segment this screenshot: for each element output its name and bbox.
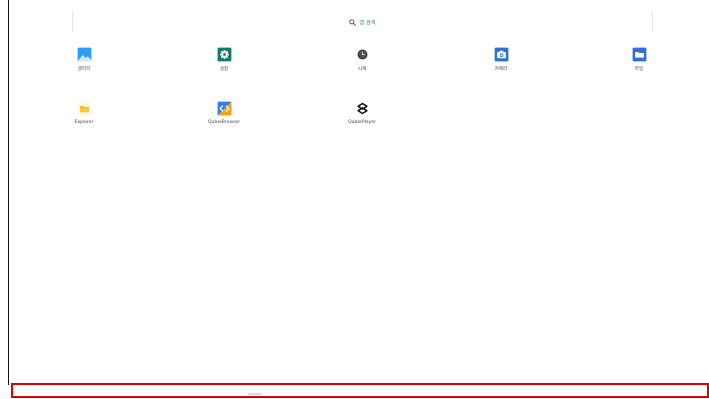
app-explorer[interactable]: Explorer bbox=[54, 101, 114, 125]
explorer-icon bbox=[77, 101, 91, 116]
gesture-handle[interactable] bbox=[248, 393, 262, 395]
screen-edge-divider bbox=[8, 0, 9, 385]
search-placeholder: 앱 검색 bbox=[359, 19, 376, 26]
settings-icon bbox=[217, 47, 231, 62]
quberbrowser-icon bbox=[217, 101, 231, 116]
app-label: 갤러리 bbox=[77, 67, 91, 72]
app-files[interactable]: 파일 bbox=[609, 47, 669, 72]
camera-icon bbox=[494, 47, 508, 62]
app-label: 설정 bbox=[219, 67, 229, 72]
app-label: QuberBrowser bbox=[207, 120, 241, 125]
quberplayer-icon bbox=[355, 101, 369, 116]
app-label: 파일 bbox=[634, 67, 644, 72]
app-label: QuberPlayer bbox=[348, 120, 376, 125]
app-camera[interactable]: 카메라 bbox=[471, 47, 531, 72]
app-search-bar[interactable]: 앱 검색 bbox=[72, 12, 653, 32]
app-quberbrowser[interactable]: QuberBrowser bbox=[194, 101, 254, 125]
app-label: Explorer bbox=[74, 120, 94, 125]
files-icon bbox=[632, 47, 646, 62]
app-label: 카메라 bbox=[494, 67, 508, 72]
app-label: 시계 bbox=[357, 67, 367, 72]
app-gallery[interactable]: 갤러리 bbox=[54, 47, 114, 72]
app-clock[interactable]: 시계 bbox=[332, 47, 392, 72]
app-drawer-screen: 앱 검색 갤러리 설정 시계 카메라 파일 Explorer QuberBrow… bbox=[0, 0, 709, 399]
search-icon bbox=[349, 18, 357, 26]
clock-icon bbox=[357, 49, 367, 60]
gallery-icon bbox=[77, 47, 91, 62]
navigation-bar-highlight[interactable] bbox=[11, 383, 709, 398]
app-settings[interactable]: 설정 bbox=[194, 47, 254, 72]
app-quberplayer[interactable]: QuberPlayer bbox=[332, 101, 392, 125]
